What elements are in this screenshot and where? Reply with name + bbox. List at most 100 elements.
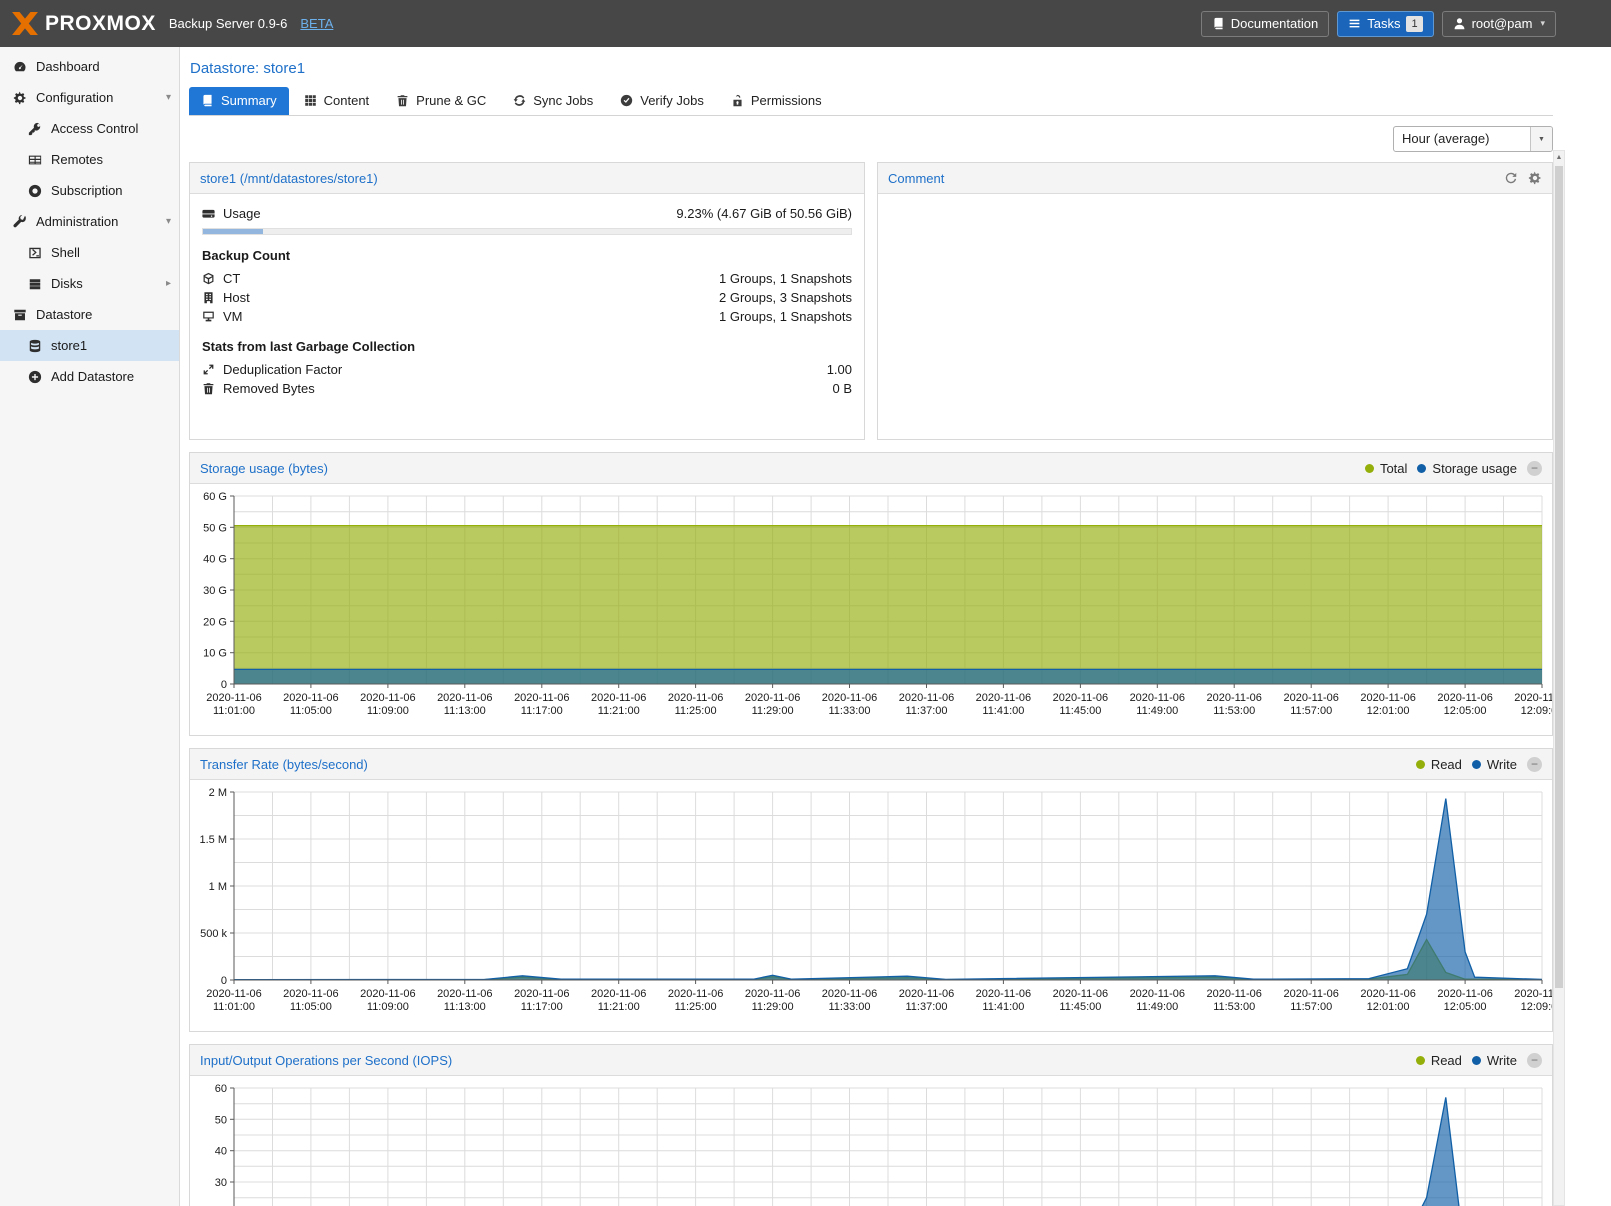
ct-count-row: CT 1 Groups, 1 Snapshots: [202, 269, 852, 288]
gear-icon: [13, 91, 27, 105]
page-title: Datastore: store1: [189, 47, 1553, 87]
vertical-scrollbar[interactable]: ▲: [1553, 150, 1565, 1206]
beta-link[interactable]: BETA: [300, 16, 333, 31]
svg-text:50 G: 50 G: [203, 522, 227, 534]
caret-down-icon[interactable]: ▾: [166, 216, 171, 227]
svg-text:2020-11-06: 2020-11-06: [283, 988, 338, 1000]
tab-permissions[interactable]: Permissions: [719, 87, 834, 115]
trash-icon: [202, 382, 215, 395]
user-menu-button[interactable]: root@pam ▾: [1442, 11, 1556, 37]
datastore-summary-body: Usage 9.23% (4.67 GiB of 50.56 GiB) Back…: [190, 194, 864, 439]
svg-text:2020-11-06: 2020-11-06: [1514, 692, 1552, 704]
legend-read[interactable]: Read: [1416, 1053, 1462, 1068]
combo-caret-icon[interactable]: ▼: [1530, 127, 1552, 151]
refresh-icon[interactable]: [1504, 171, 1518, 185]
wrench-icon: [13, 215, 27, 229]
legend-storage-usage[interactable]: Storage usage: [1417, 461, 1517, 476]
sidebar-item-remotes[interactable]: Remotes: [0, 144, 179, 175]
iops-chart: 01020304050602020-11-0611:01:002020-11-0…: [190, 1080, 1552, 1206]
user-icon: [1453, 17, 1466, 30]
svg-text:1 M: 1 M: [209, 881, 227, 893]
svg-text:10 G: 10 G: [203, 648, 227, 660]
usage-progress-bar: [202, 228, 852, 235]
svg-text:2020-11-06: 2020-11-06: [668, 988, 723, 1000]
svg-text:11:21:00: 11:21:00: [598, 1001, 640, 1013]
tab-prune-gc[interactable]: Prune & GC: [384, 87, 498, 115]
svg-text:2020-11-06: 2020-11-06: [514, 692, 569, 704]
svg-text:2020-11-06: 2020-11-06: [822, 692, 877, 704]
storage-usage-header: Storage usage (bytes) Total Storage usag…: [190, 453, 1552, 484]
iops-panel: Input/Output Operations per Second (IOPS…: [189, 1044, 1553, 1206]
sidebar-item-shell[interactable]: Shell: [0, 237, 179, 268]
tab-sync-jobs[interactable]: Sync Jobs: [501, 87, 605, 115]
collapse-icon[interactable]: −: [1527, 1053, 1542, 1068]
brand-name: PROXMOX: [45, 12, 156, 36]
transfer-rate-chart: 0500 k1 M1.5 M2 M2020-11-0611:01:002020-…: [190, 784, 1552, 1029]
svg-text:11:05:00: 11:05:00: [290, 705, 332, 717]
svg-text:11:09:00: 11:09:00: [367, 1001, 409, 1013]
svg-text:11:05:00: 11:05:00: [290, 1001, 332, 1013]
svg-text:2020-11-06: 2020-11-06: [1053, 988, 1108, 1000]
svg-text:2020-11-06: 2020-11-06: [745, 988, 800, 1000]
legend-write[interactable]: Write: [1472, 1053, 1517, 1068]
svg-text:2020-11-06: 2020-11-06: [283, 692, 338, 704]
svg-text:12:09:00: 12:09:00: [1521, 705, 1552, 717]
tabbar: Summary Content Prune & GC Sync Jobs Ver…: [189, 87, 1553, 116]
sidebar-item-datastore[interactable]: Datastore: [0, 299, 179, 330]
tasks-button[interactable]: Tasks 1: [1337, 11, 1433, 37]
svg-text:11:13:00: 11:13:00: [444, 1001, 486, 1013]
sidebar-item-configuration[interactable]: Configuration ▾: [0, 82, 179, 113]
svg-text:2020-11-06: 2020-11-06: [206, 692, 261, 704]
collapse-icon[interactable]: −: [1527, 461, 1542, 476]
brand: PROXMOX Backup Server 0.9-6 BETA: [12, 12, 333, 36]
svg-text:11:33:00: 11:33:00: [828, 1001, 870, 1013]
sidebar-item-store1[interactable]: store1: [0, 330, 179, 361]
svg-text:2020-11-06: 2020-11-06: [206, 988, 261, 1000]
svg-text:0: 0: [221, 679, 227, 691]
svg-text:11:45:00: 11:45:00: [1059, 705, 1101, 717]
product-version: Backup Server 0.9-6: [169, 16, 288, 31]
time-range-select[interactable]: Hour (average) ▼: [1393, 126, 1553, 152]
hdd-icon: [202, 207, 215, 220]
documentation-button[interactable]: Documentation: [1201, 11, 1329, 37]
svg-text:40 G: 40 G: [203, 554, 227, 566]
svg-text:2020-11-06: 2020-11-06: [360, 988, 415, 1000]
legend-dot: [1365, 464, 1374, 473]
tasks-count-badge: 1: [1406, 16, 1422, 32]
svg-text:0: 0: [221, 975, 227, 987]
caret-down-icon: ▾: [1540, 18, 1545, 29]
legend-write[interactable]: Write: [1472, 757, 1517, 772]
svg-text:500 k: 500 k: [200, 928, 227, 940]
scrollbar-thumb[interactable]: [1555, 166, 1563, 988]
tab-content[interactable]: Content: [292, 87, 382, 115]
svg-text:2020-11-06: 2020-11-06: [1360, 692, 1415, 704]
svg-text:11:29:00: 11:29:00: [752, 705, 794, 717]
legend-read[interactable]: Read: [1416, 757, 1462, 772]
tab-summary[interactable]: Summary: [189, 87, 289, 115]
gear-icon[interactable]: [1528, 171, 1542, 185]
svg-text:2020-11-06: 2020-11-06: [1206, 692, 1261, 704]
svg-text:11:37:00: 11:37:00: [905, 1001, 947, 1013]
tab-verify-jobs[interactable]: Verify Jobs: [608, 87, 716, 115]
trash-icon: [396, 94, 409, 107]
legend-dot: [1417, 464, 1426, 473]
svg-text:2020-11-06: 2020-11-06: [1283, 692, 1338, 704]
caret-down-icon[interactable]: ▾: [166, 92, 171, 103]
terminal-icon: [28, 246, 42, 260]
svg-text:11:45:00: 11:45:00: [1059, 1001, 1101, 1013]
scroll-up-icon[interactable]: ▲: [1554, 151, 1564, 165]
collapse-icon[interactable]: −: [1527, 757, 1542, 772]
legend-dot: [1472, 1056, 1481, 1065]
svg-text:11:25:00: 11:25:00: [675, 1001, 717, 1013]
svg-text:2020-11-06: 2020-11-06: [976, 988, 1031, 1000]
sidebar-item-access-control[interactable]: Access Control: [0, 113, 179, 144]
comment-body[interactable]: [878, 194, 1552, 439]
sidebar-item-administration[interactable]: Administration ▾: [0, 206, 179, 237]
sidebar-item-subscription[interactable]: Subscription: [0, 175, 179, 206]
gauge-icon: [13, 60, 27, 74]
sidebar-item-dashboard[interactable]: Dashboard: [0, 51, 179, 82]
sidebar-item-add-datastore[interactable]: Add Datastore: [0, 361, 179, 392]
sidebar-item-disks[interactable]: Disks ▸: [0, 268, 179, 299]
caret-right-icon[interactable]: ▸: [166, 278, 171, 289]
legend-total[interactable]: Total: [1365, 461, 1407, 476]
